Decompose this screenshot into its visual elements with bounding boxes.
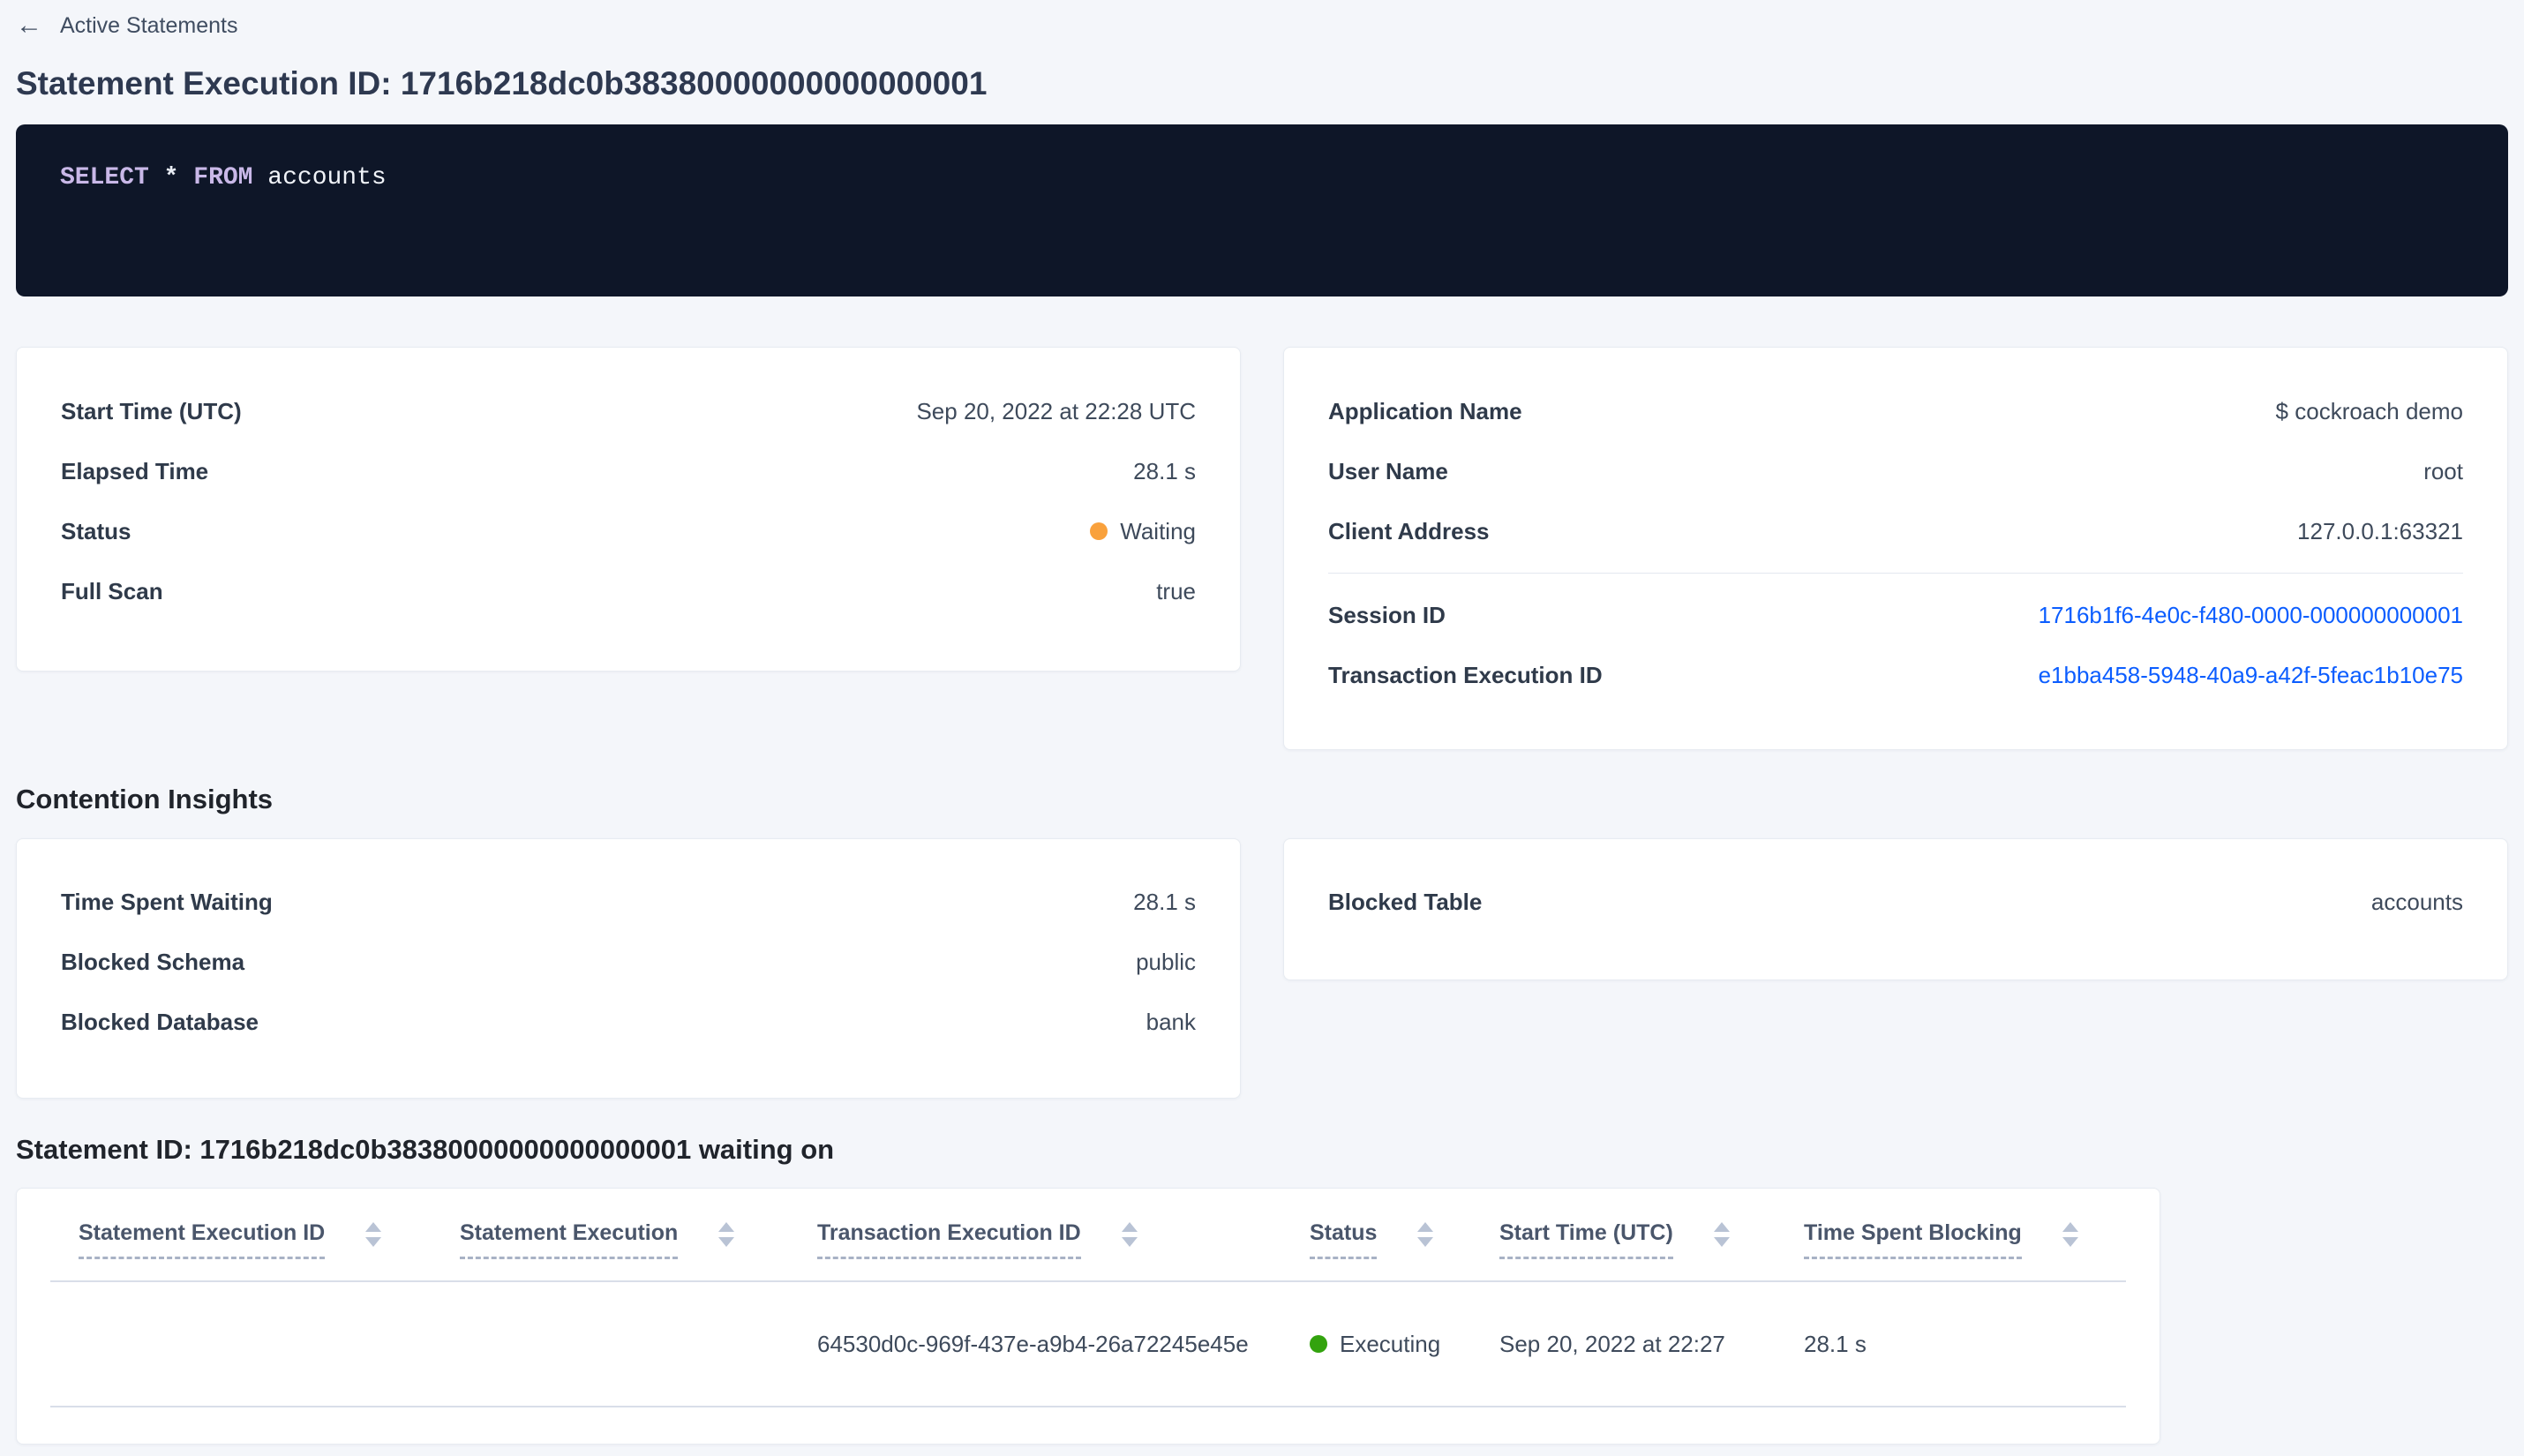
column-header-statement-execution-id[interactable]: Statement Execution ID	[50, 1189, 432, 1283]
detail-label: User Name	[1328, 457, 1448, 484]
cell-statement-execution	[432, 1281, 789, 1408]
detail-value: bank	[1146, 1009, 1196, 1036]
detail-row-client-address: Client Address 127.0.0.1:63321	[1328, 501, 2463, 561]
sql-statement-box: SELECT * FROM accounts	[16, 124, 2508, 296]
cell-start-time: Sep 20, 2022 at 22:27	[1471, 1281, 1776, 1408]
contention-cards-row: Time Spent Waiting 28.1 s Blocked Schema…	[16, 837, 2508, 1099]
sql-table-name: accounts	[267, 164, 387, 191]
status-badge: Waiting	[1090, 518, 1196, 545]
detail-label: Session ID	[1328, 601, 1446, 628]
sort-arrows-icon[interactable]	[1122, 1222, 1138, 1247]
column-header-time-spent-blocking[interactable]: Time Spent Blocking	[1776, 1189, 2126, 1283]
column-header-transaction-execution-id[interactable]: Transaction Execution ID	[789, 1189, 1281, 1283]
statement-execution-details-page: ← Active Statements Statement Execution …	[0, 0, 2524, 1445]
detail-label: Blocked Database	[61, 1009, 259, 1036]
detail-row-user-name: User Name root	[1328, 441, 2463, 501]
column-header-start-time[interactable]: Start Time (UTC)	[1471, 1189, 1776, 1283]
detail-value: accounts	[2370, 889, 2463, 916]
overview-cards-row: Start Time (UTC) Sep 20, 2022 at 22:28 U…	[16, 347, 2508, 750]
sql-star: *	[163, 164, 179, 191]
card-divider	[1328, 573, 2463, 574]
column-label: Statement Execution	[460, 1220, 679, 1260]
detail-value: $ cockroach demo	[2275, 397, 2463, 424]
column-header-status[interactable]: Status	[1281, 1189, 1471, 1283]
waiting-on-heading: Statement ID: 1716b218dc0b38380000000000…	[16, 1133, 835, 1165]
session-id-link[interactable]: 1716b1f6-4e0c-f480-0000-000000000001	[2039, 602, 2463, 629]
detail-row-elapsed-time: Elapsed Time 28.1 s	[61, 441, 1196, 501]
detail-value: Sep 20, 2022 at 22:28 UTC	[916, 397, 1196, 424]
detail-row-full-scan: Full Scan true	[61, 561, 1196, 621]
back-to-active-statements-link[interactable]: ← Active Statements	[16, 0, 237, 41]
sort-arrows-icon[interactable]	[1417, 1222, 1433, 1247]
statement-overview-card: Start Time (UTC) Sep 20, 2022 at 22:28 U…	[16, 347, 1241, 672]
sort-arrows-icon[interactable]	[1714, 1222, 1730, 1247]
cell-transaction-execution-id: 64530d0c-969f-437e-a9b4-26a72245e45e	[789, 1281, 1281, 1408]
column-label: Statement Execution ID	[79, 1220, 326, 1260]
table-row: 64530d0c-969f-437e-a9b4-26a72245e45e Exe…	[50, 1281, 2126, 1408]
detail-row-time-spent-waiting: Time Spent Waiting 28.1 s	[61, 873, 1196, 933]
contention-right-card: Blocked Table accounts	[1283, 837, 2508, 980]
sql-keyword-from: FROM	[193, 164, 253, 191]
detail-value: root	[2423, 457, 2463, 484]
detail-value: 28.1 s	[1133, 889, 1196, 916]
status-text: Executing	[1340, 1330, 1441, 1357]
detail-row-blocked-database: Blocked Database bank	[61, 993, 1196, 1053]
detail-row-blocked-schema: Blocked Schema public	[61, 933, 1196, 993]
sort-arrows-icon[interactable]	[365, 1222, 381, 1247]
detail-row-transaction-execution-id: Transaction Execution ID e1bba458-5948-4…	[1328, 645, 2463, 705]
detail-value: 127.0.0.1:63321	[2297, 517, 2463, 544]
column-label: Start Time (UTC)	[1499, 1220, 1673, 1260]
detail-label: Blocked Table	[1328, 889, 1483, 916]
page-title: Statement Execution ID: 1716b218dc0b3838…	[16, 65, 988, 101]
sort-arrows-icon[interactable]	[2062, 1222, 2078, 1247]
back-link-label: Active Statements	[60, 12, 238, 38]
detail-label: Application Name	[1328, 397, 1522, 424]
detail-label: Client Address	[1328, 517, 1490, 544]
column-label: Time Spent Blocking	[1804, 1220, 2022, 1260]
detail-label: Status	[61, 517, 131, 544]
cell-statement-execution-id	[50, 1281, 432, 1408]
detail-row-start-time: Start Time (UTC) Sep 20, 2022 at 22:28 U…	[61, 381, 1196, 441]
contention-insights-heading: Contention Insights	[16, 784, 274, 814]
detail-value: 28.1 s	[1133, 457, 1196, 484]
status-dot-executing	[1310, 1335, 1327, 1354]
back-arrow-icon: ←	[16, 11, 42, 40]
detail-label: Blocked Schema	[61, 949, 245, 976]
cell-status: Executing	[1281, 1281, 1471, 1408]
detail-row-blocked-table: Blocked Table accounts	[1328, 873, 2463, 933]
waiting-on-table-card: Statement Execution ID Statement Executi…	[16, 1188, 2160, 1445]
contention-left-card: Time Spent Waiting 28.1 s Blocked Schema…	[16, 837, 1241, 1099]
column-label: Transaction Execution ID	[817, 1220, 1081, 1260]
sort-arrows-icon[interactable]	[718, 1222, 734, 1247]
sql-keyword-select: SELECT	[60, 164, 149, 191]
status-dot-waiting	[1090, 522, 1108, 540]
detail-label: Full Scan	[61, 577, 163, 604]
session-details-card: Application Name $ cockroach demo User N…	[1283, 347, 2508, 750]
waiting-on-table: Statement Execution ID Statement Executi…	[50, 1189, 2126, 1408]
detail-value: public	[1136, 949, 1196, 976]
transaction-execution-id-link[interactable]: e1bba458-5948-40a9-a42f-5feac1b10e75	[2039, 662, 2463, 689]
detail-label: Transaction Execution ID	[1328, 661, 1603, 688]
detail-row-application-name: Application Name $ cockroach demo	[1328, 381, 2463, 441]
table-header-row: Statement Execution ID Statement Executi…	[50, 1189, 2126, 1283]
detail-label: Elapsed Time	[61, 457, 209, 484]
column-label: Status	[1310, 1220, 1378, 1260]
detail-row-status: Status Waiting	[61, 501, 1196, 561]
column-header-statement-execution[interactable]: Statement Execution	[432, 1189, 789, 1283]
detail-label: Time Spent Waiting	[61, 889, 273, 916]
status-text: Waiting	[1120, 517, 1196, 544]
cell-time-spent-blocking: 28.1 s	[1776, 1281, 2126, 1408]
detail-row-session-id: Session ID 1716b1f6-4e0c-f480-0000-00000…	[1328, 585, 2463, 645]
detail-label: Start Time (UTC)	[61, 397, 242, 424]
detail-value: true	[1156, 577, 1196, 604]
